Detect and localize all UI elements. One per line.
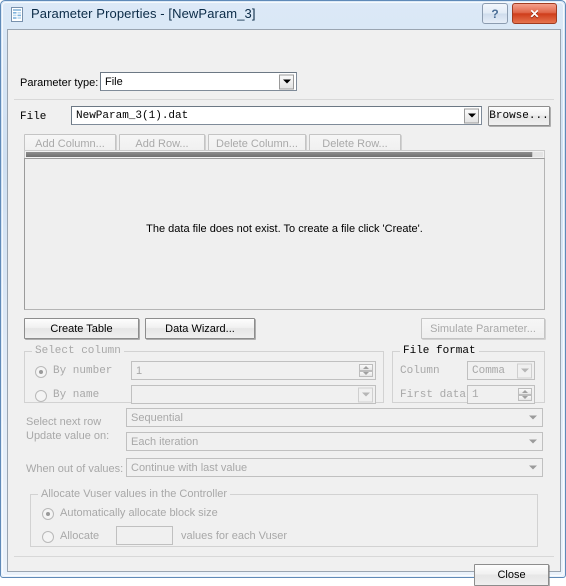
scrollbar-corner: [532, 152, 543, 157]
simulate-parameter-label: Simulate Parameter...: [430, 322, 536, 335]
update-value-on-value: Each iteration: [131, 435, 199, 448]
auto-allocate-label: Automatically allocate block size: [60, 507, 218, 519]
file-format-caption: File format: [400, 345, 479, 357]
create-table-label: Create Table: [50, 322, 113, 335]
first-data-label: First data: [400, 389, 467, 401]
manual-allocate-radio[interactable]: [42, 531, 54, 543]
data-table-pane: The data file does not exist. To create …: [24, 158, 545, 310]
dialog-window: Parameter Properties - [NewParam_3] ? ✕ …: [0, 0, 566, 586]
by-number-input[interactable]: 1: [131, 361, 376, 380]
allocate-count-input[interactable]: [116, 526, 173, 545]
file-label: File: [20, 111, 47, 123]
parameter-table-icon: [10, 7, 25, 23]
browse-label: Browse...: [489, 110, 549, 122]
allocate-caption: Allocate Vuser values in the Controller: [38, 488, 231, 500]
select-next-row-value: Sequential: [131, 411, 183, 424]
help-icon: ?: [491, 6, 499, 21]
window-title: Parameter Properties - [NewParam_3]: [31, 6, 256, 21]
add-row-label: Add Row...: [135, 138, 189, 150]
first-data-value: 1: [472, 388, 479, 401]
parameter-type-label: Parameter type:: [20, 77, 99, 89]
stepper-down-icon[interactable]: [518, 394, 532, 401]
close-window-button[interactable]: ✕: [512, 3, 557, 24]
close-button-label: Close: [497, 569, 526, 581]
select-column-caption: Select column: [32, 345, 124, 357]
data-wizard-label: Data Wizard...: [165, 322, 235, 335]
chevron-down-icon[interactable]: [525, 410, 540, 425]
by-number-stepper[interactable]: [359, 364, 373, 377]
format-column-select[interactable]: Comma: [467, 361, 535, 380]
format-column-label: Column: [400, 365, 440, 377]
chevron-down-icon[interactable]: [517, 363, 532, 378]
chevron-down-icon[interactable]: [464, 108, 479, 123]
create-table-button[interactable]: Create Table: [24, 318, 139, 339]
parameter-type-value: File: [105, 75, 123, 88]
first-data-stepper[interactable]: [518, 388, 532, 401]
chevron-down-icon[interactable]: [525, 434, 540, 449]
delete-row-label: Delete Row...: [322, 138, 388, 150]
simulate-parameter-button[interactable]: Simulate Parameter...: [421, 318, 545, 339]
delete-column-label: Delete Column...: [216, 138, 298, 150]
select-next-row-label: Select next row: [26, 416, 102, 428]
dialog-client-area: Parameter type: File File NewParam_3(1).…: [7, 29, 561, 586]
by-number-value: 1: [136, 364, 143, 377]
format-column-value: Comma: [472, 364, 506, 377]
add-column-label: Add Column...: [35, 138, 105, 150]
allocate-suffix-label: values for each Vuser: [181, 530, 287, 542]
when-out-of-values-value: Continue with last value: [131, 461, 248, 474]
data-empty-message: The data file does not exist. To create …: [146, 223, 423, 235]
by-number-label: By number: [53, 365, 113, 377]
auto-allocate-radio[interactable]: [42, 508, 54, 520]
first-data-input[interactable]: 1: [467, 385, 535, 404]
by-name-select[interactable]: [131, 385, 376, 404]
help-button[interactable]: ?: [482, 3, 508, 24]
when-out-of-values-select[interactable]: Continue with last value: [126, 458, 543, 477]
file-path-value: NewParam_3(1).dat: [76, 109, 189, 122]
update-value-on-select[interactable]: Each iteration: [126, 432, 543, 451]
by-name-radio[interactable]: [35, 390, 47, 402]
close-icon: ✕: [529, 6, 540, 21]
by-name-label: By name: [53, 389, 100, 401]
chevron-down-icon[interactable]: [525, 460, 540, 475]
chevron-down-icon[interactable]: [358, 387, 373, 402]
by-number-radio[interactable]: [35, 366, 47, 378]
update-value-on-label: Update value on:: [26, 430, 110, 442]
title-bar: Parameter Properties - [NewParam_3] ? ✕: [1, 1, 566, 29]
manual-allocate-label: Allocate: [60, 530, 100, 542]
browse-button[interactable]: Browse...: [488, 106, 550, 126]
stepper-down-icon[interactable]: [359, 370, 373, 377]
select-next-row-select[interactable]: Sequential: [126, 408, 543, 427]
scrollbar-thumb[interactable]: [26, 152, 532, 157]
when-out-of-values-label: When out of values:: [26, 463, 124, 475]
chevron-down-icon[interactable]: [279, 74, 294, 89]
data-wizard-button[interactable]: Data Wizard...: [145, 318, 255, 339]
close-button[interactable]: Close: [474, 564, 549, 586]
file-path-combo[interactable]: NewParam_3(1).dat: [71, 106, 482, 125]
parameter-type-select[interactable]: File: [100, 72, 297, 91]
